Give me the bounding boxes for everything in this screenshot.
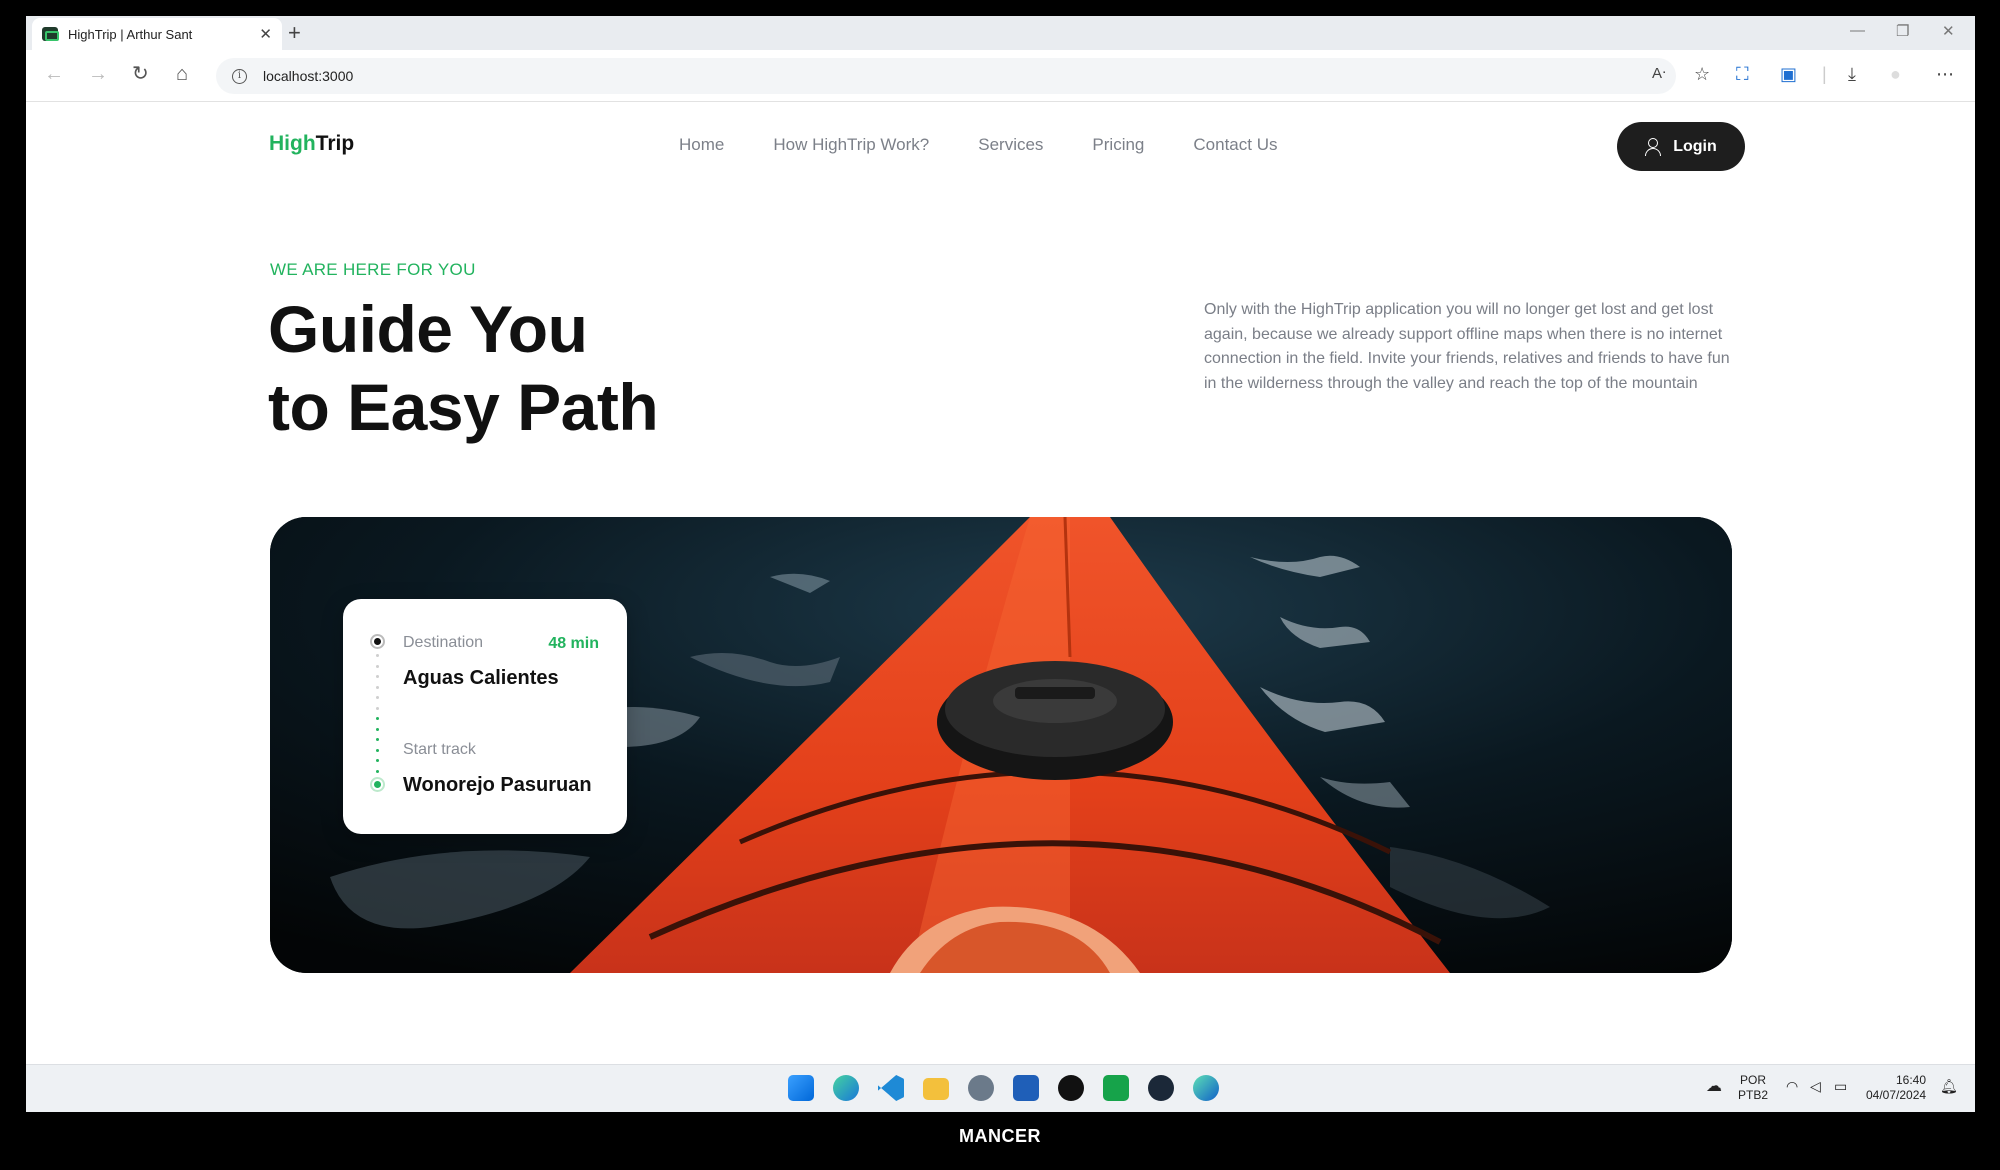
window-close-icon[interactable]: ✕ <box>1942 22 1955 40</box>
hero-eyebrow: WE ARE HERE FOR YOU <box>270 260 476 279</box>
nav-services[interactable]: Services <box>978 135 1043 155</box>
read-aloud-icon[interactable]: Aᐧ <box>1652 63 1666 85</box>
language-code: POR <box>1740 1073 1767 1087</box>
battery-icon[interactable]: ▭ <box>1834 1079 1847 1094</box>
settings-icon[interactable] <box>968 1075 994 1101</box>
steam-icon[interactable] <box>1148 1075 1174 1101</box>
trip-card: Destination 48 min Aguas Calientes Start… <box>343 599 627 834</box>
back-icon[interactable]: ← <box>44 64 64 84</box>
edge-icon[interactable] <box>833 1075 859 1101</box>
clock[interactable]: 16:40 04/07/2024 <box>1866 1073 1926 1103</box>
os-taskbar: ☁ POR PTB2 ◠ ◁ ▭ 16:40 04/07/2024 🔔︎ <box>26 1064 1975 1112</box>
logo-high: High <box>269 132 316 155</box>
user-icon <box>1645 137 1662 156</box>
clock-date: 04/07/2024 <box>1866 1088 1927 1102</box>
github-icon[interactable] <box>1058 1075 1084 1101</box>
downloads-icon[interactable]: ⤓ <box>1848 63 1856 85</box>
clock-time: 16:40 <box>1895 1073 1926 1087</box>
refresh-icon[interactable]: ↻ <box>132 64 149 84</box>
login-label: Login <box>1673 137 1717 155</box>
mancer-watermark: MANCER <box>959 1126 1041 1146</box>
headline-line-1: Guide You <box>268 292 588 366</box>
nav-contact-us[interactable]: Contact Us <box>1193 135 1277 155</box>
screenshot-icon[interactable]: ⛶ <box>1736 63 1749 85</box>
start-icon[interactable] <box>788 1075 814 1101</box>
vscode-icon[interactable] <box>878 1075 904 1101</box>
route-track <box>376 654 379 773</box>
notification-bell-icon[interactable]: 🔔︎ <box>1940 1079 1958 1094</box>
toolbar-divider: | <box>1822 64 1827 84</box>
start-label: Start track <box>403 741 476 758</box>
screen: HighTrip | Arthur Sant ✕ + — ❐ ✕ ← → ↻ ⌂… <box>26 16 1975 1112</box>
headline-line-2: to Easy Path <box>268 370 659 444</box>
onedrive-icon[interactable]: ☁ <box>1706 1079 1722 1095</box>
forward-icon[interactable]: → <box>88 64 108 84</box>
nav-pricing[interactable]: Pricing <box>1092 135 1144 155</box>
xbox-icon[interactable] <box>1103 1075 1129 1101</box>
tab-title: HighTrip | Arthur Sant <box>68 26 193 42</box>
webpage: HighTrip Home How HighTrip Work? Service… <box>26 102 1975 1080</box>
browser-tab[interactable]: HighTrip | Arthur Sant ✕ <box>32 18 282 50</box>
site-info-icon[interactable]: i <box>232 68 247 84</box>
url-text: localhost:3000 <box>263 68 354 84</box>
start-marker-icon <box>370 777 385 792</box>
nav-how-it-works[interactable]: How HighTrip Work? <box>773 135 929 155</box>
keyboard-layout: PTB2 <box>1738 1088 1769 1102</box>
destination-value: Aguas Calientes <box>403 667 559 689</box>
restore-icon[interactable]: ❐ <box>1896 22 1909 40</box>
main-nav: Home How HighTrip Work? Services Pricing… <box>679 135 1277 155</box>
tab-close-icon[interactable]: ✕ <box>259 25 272 43</box>
site-favicon-icon <box>42 27 59 41</box>
home-icon[interactable]: ⌂ <box>176 64 188 84</box>
store-icon[interactable] <box>1013 1075 1039 1101</box>
profile-icon[interactable]: ● <box>1890 63 1901 85</box>
translate-icon[interactable]: ▣ <box>1780 63 1797 85</box>
nav-home[interactable]: Home <box>679 135 724 155</box>
destination-label: Destination <box>403 634 484 651</box>
wifi-icon[interactable]: ◠ <box>1786 1079 1798 1094</box>
hero-headline: Guide You to Easy Path <box>268 290 659 446</box>
hero-description: Only with the HighTrip application you w… <box>1204 301 1730 392</box>
edge-dev-icon[interactable] <box>1193 1075 1219 1101</box>
destination-marker-icon <box>370 634 385 649</box>
eta-value: 48 min <box>548 635 599 652</box>
volume-icon[interactable]: ◁ <box>1810 1079 1821 1094</box>
new-tab-button[interactable]: + <box>288 22 301 44</box>
logo-trip: Trip <box>315 132 355 155</box>
more-options-icon[interactable]: ⋯ <box>1936 63 1954 85</box>
minimize-icon[interactable]: — <box>1850 22 1865 39</box>
language-indicator[interactable]: POR PTB2 <box>1738 1073 1768 1103</box>
login-button[interactable]: Login <box>1617 122 1745 171</box>
address-toolbar: ← → ↻ ⌂ i localhost:3000 Aᐧ ☆ ⛶ ▣ | ⤓ ● … <box>26 50 1975 102</box>
browser-tabstrip: HighTrip | Arthur Sant ✕ + — ❐ ✕ <box>26 16 1975 50</box>
start-value: Wonorejo Pasuruan <box>403 774 592 796</box>
favorite-star-icon[interactable]: ☆ <box>1694 63 1710 85</box>
file-explorer-icon[interactable] <box>923 1078 949 1100</box>
address-bar[interactable]: i localhost:3000 <box>216 58 1676 94</box>
hightrip-logo[interactable]: HighTrip <box>269 132 354 156</box>
